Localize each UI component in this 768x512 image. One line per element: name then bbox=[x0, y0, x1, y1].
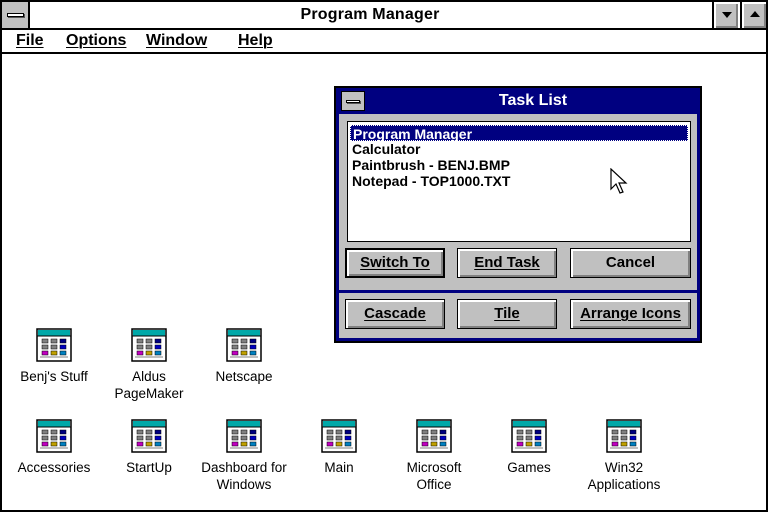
group-icon-label: Games bbox=[507, 460, 551, 475]
switch-to-button[interactable]: Switch To bbox=[345, 248, 445, 278]
minimize-arrow-icon bbox=[722, 12, 732, 18]
program-group-icon bbox=[36, 419, 72, 453]
menu-help[interactable]: Help bbox=[238, 32, 273, 50]
group-icon-netscape[interactable]: Netscape bbox=[194, 328, 294, 408]
menu-file[interactable]: File bbox=[16, 32, 44, 50]
switch-to-label: Switch To bbox=[360, 254, 430, 271]
program-group-icon bbox=[131, 419, 167, 453]
group-icon-games[interactable]: Games bbox=[479, 419, 579, 499]
program-group-icon bbox=[511, 419, 547, 453]
arrange-icons-button[interactable]: Arrange Icons bbox=[570, 299, 691, 329]
group-icon-label: Aldus PageMaker bbox=[114, 369, 184, 401]
group-icon-accessories[interactable]: Accessories bbox=[4, 419, 104, 499]
task-list-system-menu-button[interactable] bbox=[341, 91, 365, 111]
task-item-paintbrush[interactable]: Paintbrush - BENJ.BMP bbox=[350, 157, 688, 173]
group-icon-aldus-pagemaker[interactable]: Aldus PageMaker bbox=[99, 328, 199, 408]
arrange-icons-label: Arrange Icons bbox=[580, 305, 681, 322]
program-group-icon bbox=[36, 328, 72, 362]
cascade-button[interactable]: Cascade bbox=[345, 299, 445, 329]
maximize-button[interactable] bbox=[740, 2, 766, 28]
minimize-button[interactable] bbox=[712, 2, 738, 28]
program-group-icon bbox=[321, 419, 357, 453]
window-title: Program Manager bbox=[300, 6, 440, 23]
group-icon-label: Microsoft Office bbox=[406, 460, 462, 492]
group-icon-label: StartUp bbox=[126, 460, 172, 475]
mouse-pointer-icon bbox=[610, 168, 628, 194]
group-icon-dashboard-for-windows[interactable]: Dashboard for Windows bbox=[194, 419, 294, 499]
cancel-button[interactable]: Cancel bbox=[570, 248, 691, 278]
menu-bar: File Options Window Help bbox=[2, 30, 766, 54]
task-list-title: Task List bbox=[498, 92, 568, 109]
task-item-calculator[interactable]: Calculator bbox=[350, 141, 688, 157]
system-menu-button[interactable] bbox=[2, 2, 30, 28]
group-icon-label: Netscape bbox=[215, 369, 273, 384]
program-group-icon bbox=[226, 419, 262, 453]
title-bar[interactable]: Program Manager bbox=[2, 2, 766, 30]
tile-label: Tile bbox=[494, 305, 520, 322]
system-menu-icon bbox=[7, 13, 24, 17]
group-icon-win32-applications[interactable]: Win32 Applications bbox=[574, 419, 674, 499]
group-icon-microsoft-office[interactable]: Microsoft Office bbox=[384, 419, 484, 499]
menu-window[interactable]: Window bbox=[146, 32, 207, 50]
group-icon-label: Benj's Stuff bbox=[20, 369, 88, 384]
group-icon-label: Win32 Applications bbox=[587, 460, 661, 492]
group-icon-label: Main bbox=[324, 460, 354, 475]
program-group-icon bbox=[416, 419, 452, 453]
maximize-arrow-icon bbox=[750, 11, 760, 17]
group-icon-benjs-stuff[interactable]: Benj's Stuff bbox=[4, 328, 104, 408]
tile-button[interactable]: Tile bbox=[457, 299, 557, 329]
button-separator bbox=[339, 290, 697, 293]
end-task-label: End Task bbox=[474, 254, 540, 271]
program-group-icon bbox=[226, 328, 262, 362]
cancel-label: Cancel bbox=[605, 254, 656, 271]
task-item-notepad[interactable]: Notepad - TOP1000.TXT bbox=[350, 173, 688, 189]
menu-options[interactable]: Options bbox=[66, 32, 126, 50]
group-icon-startup[interactable]: StartUp bbox=[99, 419, 199, 499]
group-icon-label: Dashboard for Windows bbox=[201, 460, 287, 492]
program-group-icon bbox=[606, 419, 642, 453]
group-icon-main[interactable]: Main bbox=[289, 419, 389, 499]
end-task-button[interactable]: End Task bbox=[457, 248, 557, 278]
system-menu-icon bbox=[346, 100, 360, 103]
task-listbox[interactable]: Program Manager Calculator Paintbrush - … bbox=[347, 121, 691, 242]
cascade-label: Cascade bbox=[364, 305, 426, 322]
task-list-dialog: Task List Program Manager Calculator Pai… bbox=[334, 86, 702, 343]
task-item-program-manager[interactable]: Program Manager bbox=[350, 125, 688, 142]
program-group-icon bbox=[131, 328, 167, 362]
group-icon-label: Accessories bbox=[17, 460, 91, 475]
task-list-body: Program Manager Calculator Paintbrush - … bbox=[339, 114, 697, 338]
task-list-title-bar[interactable]: Task List bbox=[338, 90, 698, 112]
